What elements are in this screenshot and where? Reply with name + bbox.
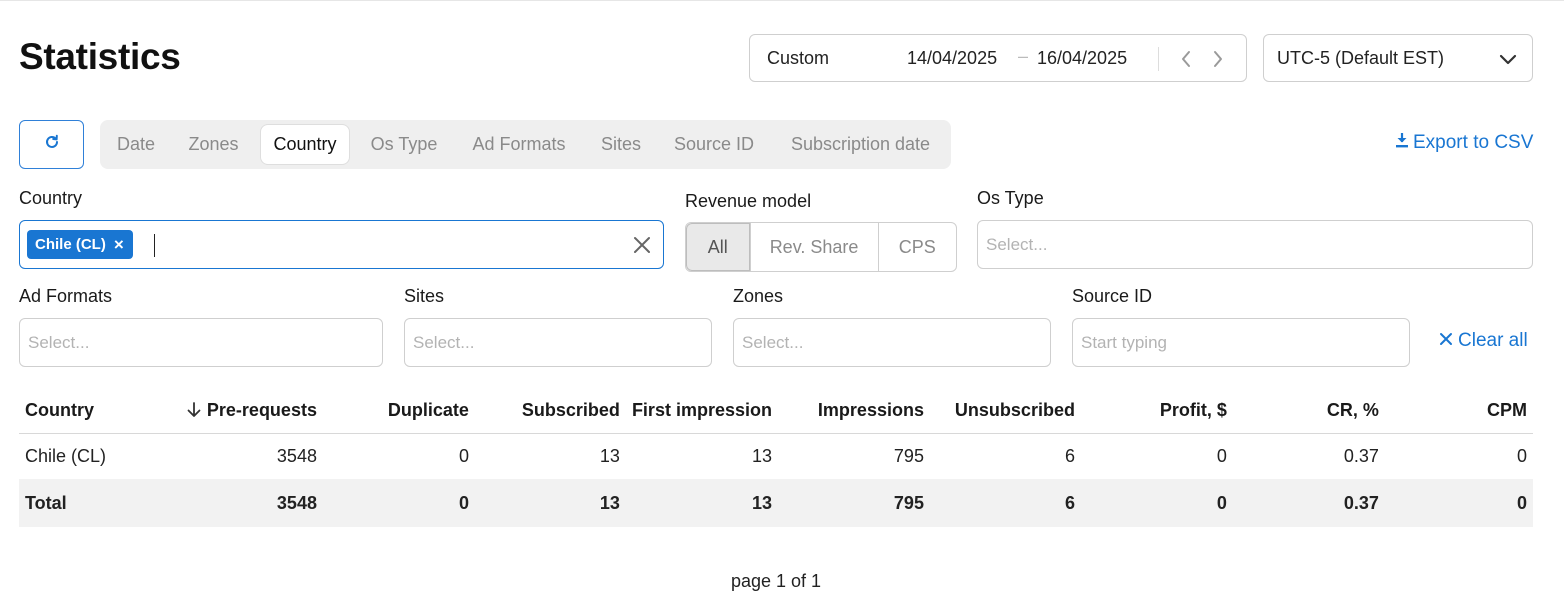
page-title: Statistics xyxy=(19,36,181,77)
country-chip-label: Chile (CL) xyxy=(35,236,106,253)
table-cell: 6 xyxy=(1064,445,1075,466)
column-header[interactable]: Country xyxy=(19,388,139,434)
tab-source-id[interactable]: Source ID xyxy=(663,125,765,164)
total-cell: 13 xyxy=(625,479,778,527)
pagination-status: page 1 of 1 xyxy=(730,571,822,591)
tab-zones[interactable]: Zones xyxy=(175,125,252,164)
close-icon xyxy=(1439,330,1453,352)
table-cell: 0 xyxy=(1516,445,1527,466)
revenue-option-cps[interactable]: CPS xyxy=(877,223,956,271)
zones-select[interactable]: Select... xyxy=(733,318,1051,367)
country-multiselect[interactable]: Chile (CL) × xyxy=(19,220,664,269)
clear-all-label: Clear all xyxy=(1458,330,1528,351)
sites-select[interactable]: Select... xyxy=(404,318,712,367)
timezone-select[interactable]: UTC-5 (Default EST) xyxy=(1263,34,1533,82)
column-header[interactable]: Unsubscribed xyxy=(929,388,1081,434)
column-header[interactable]: Duplicate xyxy=(322,388,475,434)
total-cell: Total xyxy=(19,479,139,527)
source-id-input[interactable]: Start typing xyxy=(1072,318,1410,367)
tab-os-type[interactable]: Os Type xyxy=(359,125,449,164)
revenue-model-label: Revenue model xyxy=(685,191,812,211)
group-by-tabs: Date Zones Country Os Type Ad Formats Si… xyxy=(100,120,951,169)
os-type-filter-label: Os Type xyxy=(977,188,1044,208)
total-cell: 0.37 xyxy=(1232,479,1385,527)
country-filter-label: Country xyxy=(19,188,83,208)
revenue-model-toggle: All Rev. Share CPS xyxy=(685,222,957,272)
table-cell: 0 xyxy=(458,445,469,466)
tab-subscription-date[interactable]: Subscription date xyxy=(778,125,943,164)
date-divider xyxy=(1158,47,1159,71)
tab-sites[interactable]: Sites xyxy=(589,125,653,164)
total-cell: 0 xyxy=(1080,479,1233,527)
column-header-label: Pre-requests xyxy=(206,399,317,420)
download-icon xyxy=(1395,131,1409,155)
chip-remove-icon[interactable]: × xyxy=(114,235,124,255)
tab-country[interactable]: Country xyxy=(261,125,349,164)
sites-filter-label: Sites xyxy=(404,286,445,306)
table-cell: Chile (CL) xyxy=(25,445,107,466)
os-type-select[interactable]: Select... xyxy=(977,220,1533,269)
column-header[interactable]: First impression xyxy=(625,388,778,434)
date-separator: – xyxy=(1018,46,1029,66)
table-cell: 3548 xyxy=(276,445,317,466)
date-preset[interactable]: Custom xyxy=(767,48,829,69)
column-header[interactable]: CR, % xyxy=(1232,388,1385,434)
close-icon[interactable] xyxy=(631,234,653,256)
clear-all-button[interactable]: Clear all xyxy=(1439,330,1528,352)
export-csv-button[interactable]: Export to CSV xyxy=(1395,131,1533,155)
date-from[interactable]: 14/04/2025 xyxy=(907,48,997,69)
table-cell: 0 xyxy=(1216,445,1227,466)
refresh-icon xyxy=(44,134,60,155)
table-cell: 13 xyxy=(599,445,620,466)
column-header[interactable]: Profit, $ xyxy=(1080,388,1233,434)
table-cell: 13 xyxy=(751,445,772,466)
total-cell: 13 xyxy=(474,479,626,527)
chevron-left-icon[interactable] xyxy=(1175,47,1197,71)
ad-formats-select[interactable]: Select... xyxy=(19,318,383,367)
chevron-right-icon[interactable] xyxy=(1207,47,1229,71)
table-cell: 795 xyxy=(893,445,924,466)
tab-ad-formats[interactable]: Ad Formats xyxy=(459,125,579,164)
ad-formats-filter-label: Ad Formats xyxy=(19,286,113,306)
total-cell: 795 xyxy=(777,479,930,527)
chevron-down-icon xyxy=(1498,49,1518,69)
revenue-option-rev-share[interactable]: Rev. Share xyxy=(749,223,878,271)
column-header[interactable]: Subscribed xyxy=(474,388,626,434)
country-chip: Chile (CL) × xyxy=(27,230,133,259)
column-header[interactable]: Impressions xyxy=(777,388,930,434)
timezone-value: UTC-5 (Default EST) xyxy=(1277,48,1445,68)
date-to[interactable]: 16/04/2025 xyxy=(1037,48,1127,69)
statistics-table: Country Pre-requests Duplicate Subscribe… xyxy=(19,388,1533,527)
total-cell: 3548 xyxy=(138,479,323,527)
column-header-sorted[interactable]: Pre-requests xyxy=(138,388,323,434)
table-total-row: Total 3548 0 13 13 795 6 0 0.37 0 xyxy=(19,479,1533,527)
revenue-option-all[interactable]: All xyxy=(686,223,750,271)
refresh-button[interactable] xyxy=(19,120,84,169)
top-divider xyxy=(0,0,1564,1)
table-row: Chile (CL) 3548 0 13 13 795 6 0 0.37 0 xyxy=(19,433,1533,479)
export-label: Export to CSV xyxy=(1413,132,1534,153)
table-cell: 0.37 xyxy=(1343,445,1379,466)
date-range-picker[interactable]: Custom 14/04/2025 – 16/04/2025 xyxy=(749,34,1247,82)
total-cell: 6 xyxy=(929,479,1081,527)
total-cell: 0 xyxy=(1384,479,1533,527)
source-id-filter-label: Source ID xyxy=(1072,286,1153,306)
zones-filter-label: Zones xyxy=(733,286,784,306)
table-header-row: Country Pre-requests Duplicate Subscribe… xyxy=(19,388,1533,434)
arrow-down-icon xyxy=(186,401,202,418)
tab-date[interactable]: Date xyxy=(105,125,167,164)
column-header[interactable]: CPM xyxy=(1384,388,1533,434)
total-cell: 0 xyxy=(322,479,475,527)
text-cursor xyxy=(154,234,155,257)
